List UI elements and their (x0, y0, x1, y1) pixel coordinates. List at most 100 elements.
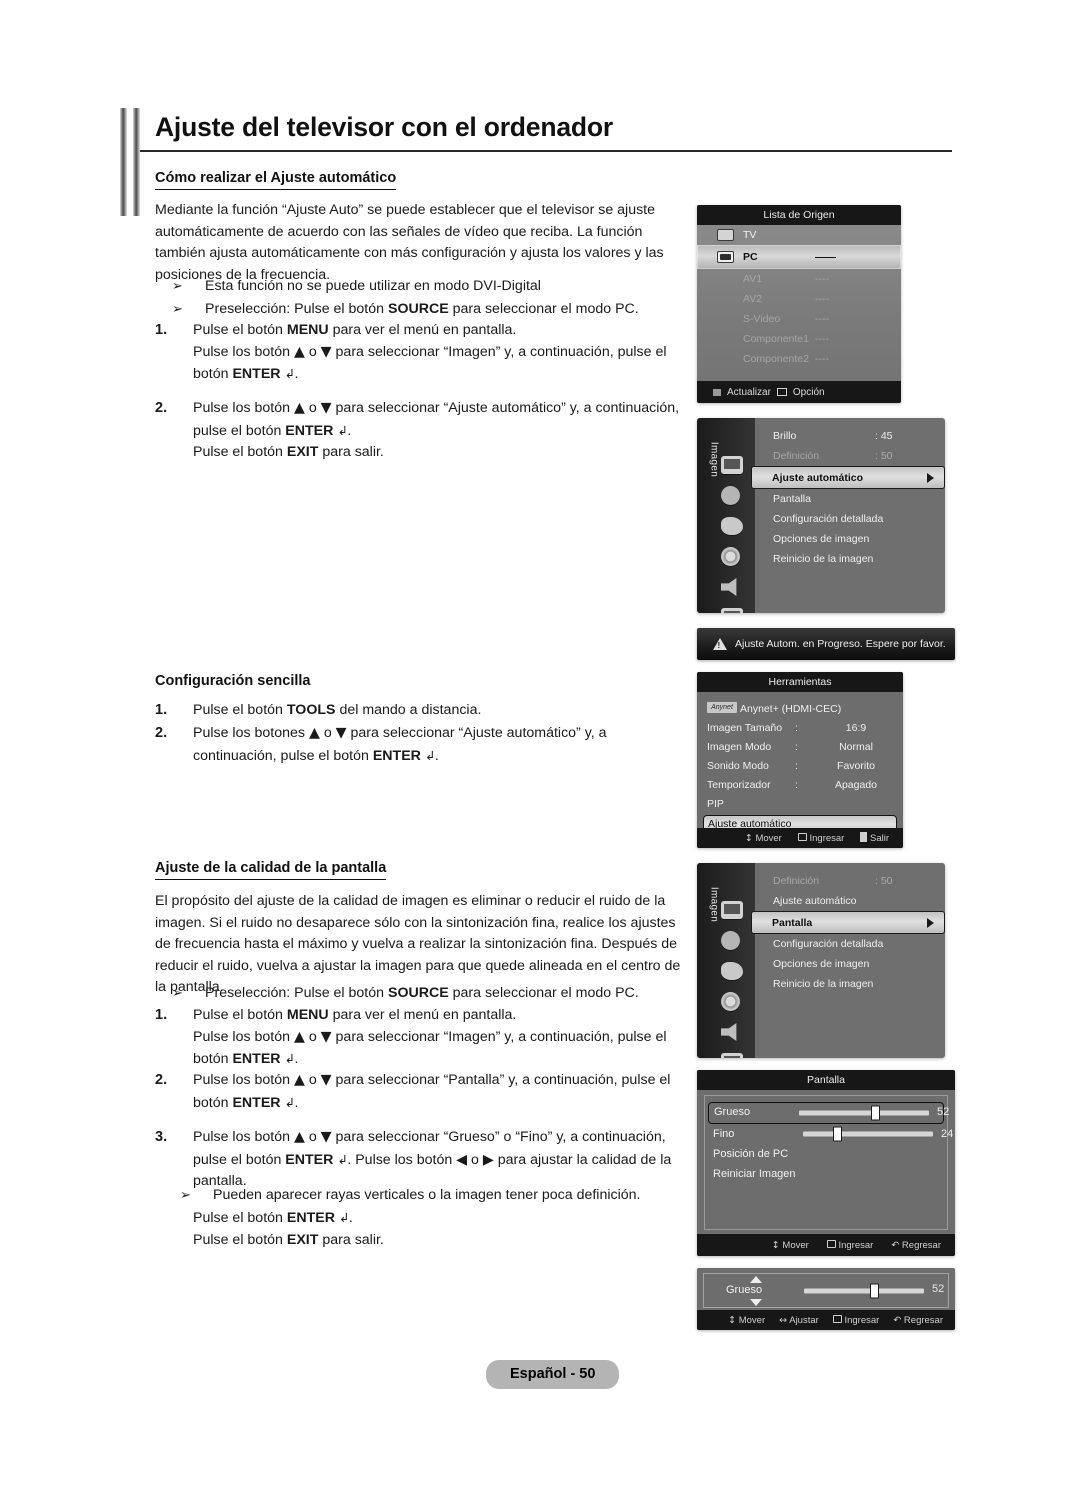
menu-item-opciones-de-imagen[interactable]: Opciones de imagen (755, 954, 945, 974)
menu-item-label: Reinicio de la imagen (773, 978, 874, 990)
source-row-tv[interactable]: TV (697, 225, 901, 245)
menu-item-opciones-de-imagen[interactable]: Opciones de imagen (755, 529, 945, 549)
picture-icon[interactable] (721, 901, 743, 919)
step-text: Pulse el botón ENTER ↲. (193, 1210, 353, 1226)
option-label[interactable]: Opción (793, 387, 825, 398)
picture-menu-tab-label: Imagen (708, 441, 720, 478)
slider-knob[interactable] (870, 1283, 879, 1298)
chevron-up-icon[interactable] (750, 1276, 762, 1283)
section-heading-screen-quality: Ajuste de la calidad de la pantalla (155, 860, 387, 880)
coarse-value: 52 (932, 1283, 945, 1295)
picture-menu-items: Definición : 50 Ajuste automático Pantal… (751, 863, 945, 994)
title-decoration-bars (120, 108, 146, 216)
step-text: Pulse el botón EXIT para salir. (193, 444, 384, 460)
menu-item-reinicio-de-la-imagen[interactable]: Reinicio de la imagen (755, 549, 945, 569)
slider-knob[interactable] (832, 1126, 842, 1142)
setup-icon[interactable] (721, 547, 740, 566)
screen-item-value: 24 (941, 1128, 954, 1140)
coarse-adjust-frame: Grueso 52 (703, 1273, 949, 1308)
source-row-componente2[interactable]: Componente2 ---- (697, 349, 901, 369)
osd-tools-menu: Herramientas Anynet Anynet+ (HDMI-CEC) Im… (697, 672, 903, 848)
bullet-marker-icon: ➢ (172, 279, 183, 294)
source-row-componente1[interactable]: Componente1 ---- (697, 329, 901, 349)
step-text: Pulse el botón TOOLS del mando a distanc… (193, 702, 482, 718)
osd-picture-menu-1: Imagen Brillo : 45 Definición : 50 Ajust… (697, 418, 945, 613)
screen-item-value: 52 (937, 1106, 950, 1118)
slider-knob[interactable] (870, 1105, 880, 1121)
source-row-av1[interactable]: AV1 ---- (697, 269, 901, 289)
step-text: Pulse los botones ▲ o ▼ para seleccionar… (193, 725, 607, 764)
input-icon[interactable] (721, 1023, 737, 1041)
step-number: 1. (155, 322, 168, 338)
tools-item-imagen-modo[interactable]: Imagen Modo : Normal (707, 738, 893, 757)
screen-item-grueso[interactable]: Grueso 52 (708, 1102, 949, 1124)
picture-icon[interactable] (721, 456, 743, 474)
screen-item-label: Reiniciar Imagen (713, 1168, 796, 1180)
tools-item-anynet[interactable]: Anynet Anynet+ (HDMI-CEC) (707, 700, 893, 719)
screen-item-posicion-de-pc[interactable]: Posición de PC (713, 1144, 939, 1164)
source-label: Componente2 (743, 353, 809, 365)
menu-item-configuracion-detallada[interactable]: Configuración detallada (755, 934, 945, 954)
menu-item-brillo[interactable]: Brillo : 45 (755, 426, 945, 446)
enter-icon (832, 1314, 842, 1323)
tools-item-colon: : (795, 741, 798, 753)
source-value: ---- (815, 333, 829, 345)
tools-item-sonido-modo[interactable]: Sonido Modo : Favorito (707, 757, 893, 776)
tools-item-temporizador[interactable]: Temporizador : Apagado (707, 776, 893, 795)
picture-menu-sidebar: Imagen (697, 418, 755, 613)
tools-item-value: Normal (839, 741, 873, 753)
sound-icon[interactable] (721, 486, 740, 505)
tools-item-pip[interactable]: PIP (707, 795, 893, 814)
channel-icon[interactable] (721, 517, 743, 535)
menu-item-label: Configuración detallada (773, 513, 884, 525)
bullet-text: Preselección: Pulse el botón SOURCE para… (205, 301, 639, 317)
menu-item-pantalla[interactable]: Pantalla (755, 489, 945, 509)
title-divider (140, 150, 952, 152)
menu-item-definicion[interactable]: Definición : 50 (755, 871, 945, 891)
step-number: 1. (155, 1007, 168, 1023)
source-row-av2[interactable]: AV2 ---- (697, 289, 901, 309)
menu-item-reinicio-de-la-imagen[interactable]: Reinicio de la imagen (755, 974, 945, 994)
step-number: 2. (155, 400, 168, 416)
menu-item-label: Definición (773, 450, 820, 462)
pc-icon (717, 251, 734, 263)
coarse-adjust-footer: ↕ Mover ↔ Ajustar Ingresar ↶ Regresar (697, 1310, 955, 1330)
support-icon[interactable] (721, 608, 743, 613)
adjust-hint: ↔ Ajustar (779, 1314, 819, 1326)
support-icon[interactable] (721, 1053, 743, 1058)
channel-icon[interactable] (721, 962, 743, 980)
menu-item-pantalla[interactable]: Pantalla (751, 911, 945, 934)
fino-slider[interactable] (803, 1126, 933, 1142)
tools-item-label: Anynet+ (HDMI-CEC) (740, 703, 842, 715)
setup-icon[interactable] (721, 992, 740, 1011)
coarse-slider[interactable] (804, 1283, 924, 1298)
screen-item-reiniciar-imagen[interactable]: Reiniciar Imagen (713, 1164, 939, 1184)
refresh-label[interactable]: Actualizar (727, 387, 771, 398)
input-icon[interactable] (721, 578, 737, 596)
sound-icon[interactable] (721, 931, 740, 950)
screen-item-fino[interactable]: Fino 24 (713, 1124, 953, 1144)
tools-item-imagen-tamano[interactable]: Imagen Tamaño : 16:9 (707, 719, 893, 738)
menu-item-ajuste-automatico[interactable]: Ajuste automático (755, 891, 945, 911)
menu-item-label: Ajuste automático (773, 895, 857, 907)
bullet-marker-icon: ➢ (172, 986, 183, 1001)
menu-item-configuracion-detallada[interactable]: Configuración detallada (755, 509, 945, 529)
source-value: ---- (815, 353, 829, 365)
exit-icon (860, 832, 868, 842)
document-page: Ajuste del televisor con el ordenador Có… (0, 0, 1080, 1488)
menu-item-definicion[interactable]: Definición : 50 (755, 446, 945, 466)
tools-item-label: Temporizador (707, 779, 771, 791)
menu-item-ajuste-automatico[interactable]: Ajuste automático (751, 466, 945, 489)
page-footer: Español - 50 (486, 1360, 620, 1389)
source-label: AV2 (743, 293, 763, 305)
tools-menu-footer: ↕ Mover Ingresar Salir (697, 828, 903, 848)
source-row-pc[interactable]: PC —— (697, 245, 901, 269)
osd-picture-menu-2: Imagen Definición : 50 Ajuste automático… (697, 863, 945, 1058)
source-row-svideo[interactable]: S-Video ---- (697, 309, 901, 329)
grueso-slider[interactable] (799, 1105, 929, 1121)
section1-intro: Mediante la función “Ajuste Auto” se pue… (155, 202, 664, 283)
bullet-marker-icon: ➢ (172, 302, 183, 317)
step-text: Pulse los botón ▲ o ▼ para seleccionar “… (193, 1072, 671, 1111)
chevron-down-icon[interactable] (750, 1299, 762, 1306)
picture-menu-icon-rail (721, 456, 747, 613)
